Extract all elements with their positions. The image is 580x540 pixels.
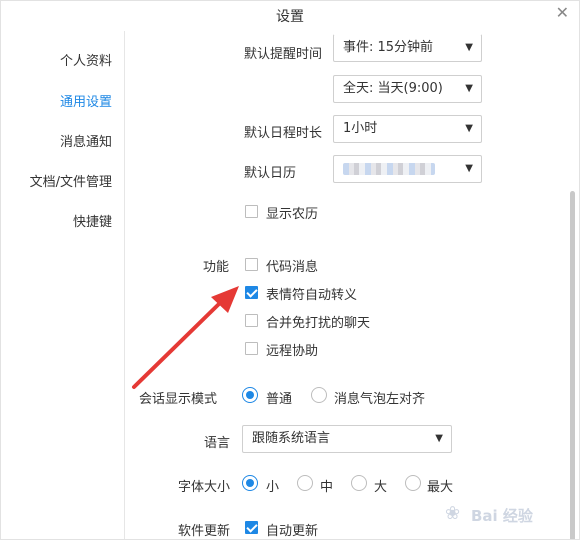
display-normal-label[interactable]: 普通 [266, 388, 292, 407]
display-bubble-radio[interactable] [311, 387, 327, 403]
window-title: 设置 [276, 9, 304, 25]
watermark: ❀ Bai 经验 [445, 501, 565, 529]
settings-window: 设置 ✕ 个人资料 通用设置 消息通知 文档/文件管理 快捷键 默认提醒时间 事… [0, 0, 580, 540]
reminder-allday-value: 全天: 当天(9:00) [343, 81, 443, 96]
sidebar-item-general[interactable]: 通用设置 [60, 91, 112, 110]
display-mode-label: 会话显示模式 [139, 392, 218, 407]
sidebar-item-files[interactable]: 文档/文件管理 [30, 171, 112, 190]
close-icon[interactable]: ✕ [556, 4, 569, 22]
sidebar-item-shortcuts[interactable]: 快捷键 [73, 211, 112, 230]
font-small-label[interactable]: 小 [266, 476, 279, 495]
duration-value: 1小时 [343, 121, 378, 136]
title-bar: 设置 ✕ [1, 1, 579, 29]
language-select[interactable]: 跟随系统语言 ▼ [242, 425, 452, 453]
language-label: 语言 [204, 436, 231, 451]
remote-assist-checkbox[interactable] [245, 342, 258, 355]
remote-assist-label[interactable]: 远程协助 [266, 340, 318, 359]
paw-logo-icon: ❀ [445, 503, 461, 524]
font-xlarge-label[interactable]: 最大 [427, 476, 453, 495]
sidebar-item-profile[interactable]: 个人资料 [60, 50, 112, 69]
chevron-down-icon: ▼ [465, 83, 473, 94]
display-normal-radio[interactable] [242, 387, 258, 403]
merge-dnd-checkbox[interactable] [245, 314, 258, 327]
emoji-escape-label[interactable]: 表情符自动转义 [266, 284, 357, 303]
features-label: 功能 [203, 260, 230, 275]
update-label: 软件更新 [178, 524, 231, 539]
chevron-down-icon: ▼ [465, 163, 473, 174]
language-value: 跟随系统语言 [252, 431, 331, 446]
chevron-down-icon: ▼ [465, 123, 473, 134]
reminder-allday-select[interactable]: 全天: 当天(9:00) ▼ [333, 75, 482, 103]
font-medium-label[interactable]: 中 [320, 476, 333, 495]
font-large-label[interactable]: 大 [374, 476, 387, 495]
settings-content: 默认提醒时间 事件: 15分钟前 ▼ 全天: 当天(9:00) ▼ 默认日程时长… [126, 31, 579, 539]
emoji-escape-checkbox[interactable] [245, 286, 258, 299]
chevron-down-icon: ▼ [465, 42, 473, 53]
merge-dnd-label[interactable]: 合并免打扰的聊天 [266, 312, 370, 331]
font-small-radio[interactable] [242, 475, 258, 491]
font-xlarge-radio[interactable] [405, 475, 421, 491]
reminder-label: 默认提醒时间 [244, 47, 323, 62]
reminder-event-select[interactable]: 事件: 15分钟前 ▼ [333, 34, 482, 62]
font-medium-radio[interactable] [297, 475, 313, 491]
auto-update-label[interactable]: 自动更新 [266, 520, 318, 539]
blurred-calendar-name [343, 162, 435, 175]
default-calendar-label: 默认日历 [244, 166, 297, 181]
font-large-radio[interactable] [351, 475, 367, 491]
lunar-checkbox[interactable] [245, 205, 258, 218]
font-size-label: 字体大小 [178, 480, 231, 495]
duration-select[interactable]: 1小时 ▼ [333, 115, 482, 143]
default-calendar-select[interactable]: ▼ [333, 155, 482, 183]
display-bubble-label[interactable]: 消息气泡左对齐 [334, 388, 425, 407]
auto-update-checkbox[interactable] [245, 521, 258, 534]
duration-label: 默认日程时长 [244, 126, 323, 141]
reminder-event-value: 事件: 15分钟前 [343, 40, 434, 55]
scrollbar-thumb[interactable] [570, 191, 575, 539]
chevron-down-icon: ▼ [435, 433, 443, 444]
watermark-text: Bai 经验 [471, 507, 533, 525]
code-message-label[interactable]: 代码消息 [266, 256, 318, 275]
lunar-label[interactable]: 显示农历 [266, 203, 318, 222]
code-message-checkbox[interactable] [245, 258, 258, 271]
sidebar: 个人资料 通用设置 消息通知 文档/文件管理 快捷键 [1, 31, 125, 539]
sidebar-item-notifications[interactable]: 消息通知 [60, 131, 112, 150]
